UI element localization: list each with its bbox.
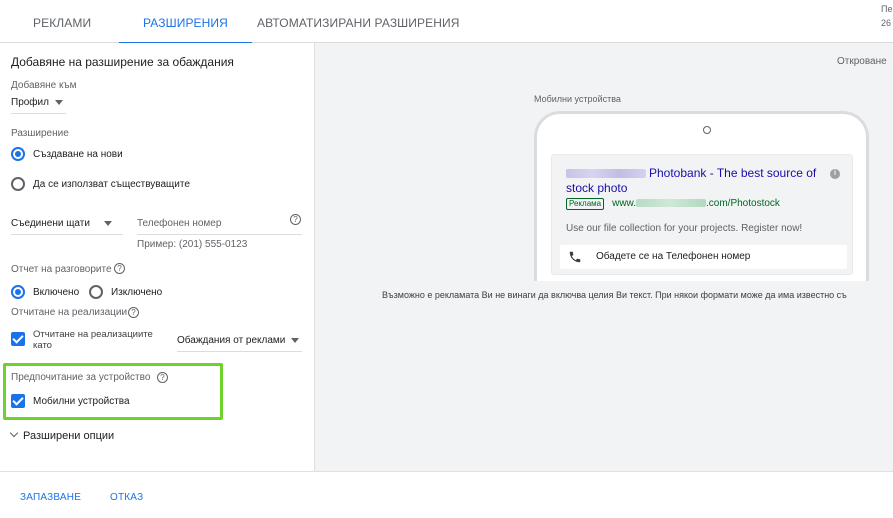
ad-preview-panel: Откроване Мобилни устройства Photobank -… bbox=[315, 43, 893, 471]
ad-url-suffix: .com/Photostock bbox=[706, 198, 780, 209]
help-icon[interactable]: ? bbox=[128, 307, 139, 318]
mobile-devices-label: Мобилни устройства bbox=[33, 396, 130, 407]
help-icon[interactable]: ? bbox=[290, 214, 301, 225]
chevron-down-icon bbox=[9, 428, 19, 438]
call-report-label: Отчет на разговорите bbox=[11, 264, 112, 275]
extension-label: Разширение bbox=[11, 128, 69, 139]
country-select[interactable]: Съединени щати bbox=[11, 218, 123, 229]
corner-top-text: Пе bbox=[881, 4, 893, 14]
ad-url-prefix: www. bbox=[612, 198, 636, 209]
radio-create-new[interactable] bbox=[11, 147, 25, 161]
add-to-select[interactable]: Профил bbox=[11, 97, 63, 108]
tab-bar: РЕКЛАМИ РАЗШИРЕНИЯ АВТОМАТИЗИРАНИ РАЗШИР… bbox=[0, 0, 893, 44]
advanced-options-label: Разширени опции bbox=[23, 430, 115, 442]
country-underline bbox=[11, 234, 123, 235]
radio-call-report-on[interactable] bbox=[11, 285, 25, 299]
radio-call-report-on-label: Включено bbox=[33, 287, 80, 298]
radio-call-report-off-label: Изключено bbox=[111, 287, 163, 298]
form-footer: ЗАПАЗВАНЕ ОТКАЗ bbox=[0, 471, 893, 518]
blurred-text bbox=[566, 169, 646, 179]
radio-use-existing[interactable] bbox=[11, 177, 25, 191]
phone-mockup: Photobank - The best source of stock pho… bbox=[534, 111, 869, 281]
radio-use-existing-label: Да се използват съществуващите bbox=[33, 179, 190, 190]
tab-automated-extensions[interactable]: АВТОМАТИЗИРАНИ РАЗШИРЕНИЯ bbox=[257, 0, 459, 43]
chevron-down-icon bbox=[291, 337, 300, 343]
conversion-value: Обаждания от реклами bbox=[177, 335, 286, 346]
cancel-button[interactable]: ОТКАЗ bbox=[110, 492, 143, 503]
country-value: Съединени щати bbox=[11, 218, 90, 229]
corner-bottom-text: 26 bbox=[881, 18, 892, 28]
phone-number-input[interactable]: Телефонен номер bbox=[137, 218, 297, 229]
call-button[interactable]: Обадете се на Телефонен номер bbox=[560, 245, 847, 269]
conversion-checkbox[interactable] bbox=[11, 332, 25, 346]
help-icon[interactable]: ? bbox=[114, 263, 125, 274]
radio-call-report-off[interactable] bbox=[89, 285, 103, 299]
chevron-down-icon bbox=[103, 220, 112, 226]
tab-extensions[interactable]: РАЗШИРЕНИЯ bbox=[119, 0, 252, 44]
device-preference-label: Предпочитание за устройство bbox=[11, 372, 151, 383]
save-button[interactable]: ЗАПАЗВАНЕ bbox=[20, 492, 81, 503]
phone-icon bbox=[569, 251, 581, 263]
radio-create-new-label: Създаване на нови bbox=[33, 149, 123, 160]
blurred-domain bbox=[636, 199, 706, 208]
camera-icon bbox=[703, 126, 711, 134]
ad-description: Use our file collection for your project… bbox=[566, 223, 803, 234]
preview-disclaimer: Възможно е рекламата Ви не винаги да вкл… bbox=[382, 290, 847, 300]
phone-example: Пример: (201) 555-0123 bbox=[137, 239, 248, 250]
help-icon[interactable]: ? bbox=[157, 372, 168, 383]
conversion-label: Отчитане на реализации bbox=[11, 307, 128, 318]
form-title: Добавяне на разширение за обаждания bbox=[11, 55, 234, 69]
ad-card: Photobank - The best source of stock pho… bbox=[551, 154, 853, 275]
chevron-down-icon bbox=[54, 99, 63, 105]
conversion-underline bbox=[177, 351, 302, 352]
ad-display-url: Реклама www. .com/Photostock bbox=[566, 198, 780, 210]
preview-device-label: Мобилни устройства bbox=[534, 94, 621, 104]
conversion-select[interactable]: Обаждания от реклами bbox=[177, 335, 300, 346]
info-icon[interactable]: i bbox=[830, 169, 840, 179]
add-to-label: Добавяне към bbox=[11, 80, 77, 91]
call-extension-form: Добавяне на разширение за обаждания Доба… bbox=[0, 43, 315, 471]
ad-headline[interactable]: Photobank - The best source of stock pho… bbox=[566, 166, 822, 196]
add-to-value: Профил bbox=[11, 97, 49, 108]
call-button-text: Обадете се на Телефонен номер bbox=[596, 251, 751, 262]
conversion-checkbox-label-line2: като bbox=[33, 340, 52, 351]
conversion-checkbox-label-line1: Отчитане на реализациите bbox=[33, 329, 153, 340]
add-to-underline bbox=[11, 113, 66, 114]
ad-badge: Реклама bbox=[566, 198, 605, 210]
mobile-devices-checkbox[interactable] bbox=[11, 394, 25, 408]
corner-date: Пе 26 bbox=[881, 2, 893, 30]
advanced-options-toggle[interactable]: Разширени опции bbox=[9, 428, 115, 442]
tab-ads[interactable]: РЕКЛАМИ bbox=[33, 0, 91, 43]
phone-underline bbox=[137, 234, 302, 235]
expand-preview-link[interactable]: Откроване bbox=[837, 56, 893, 67]
